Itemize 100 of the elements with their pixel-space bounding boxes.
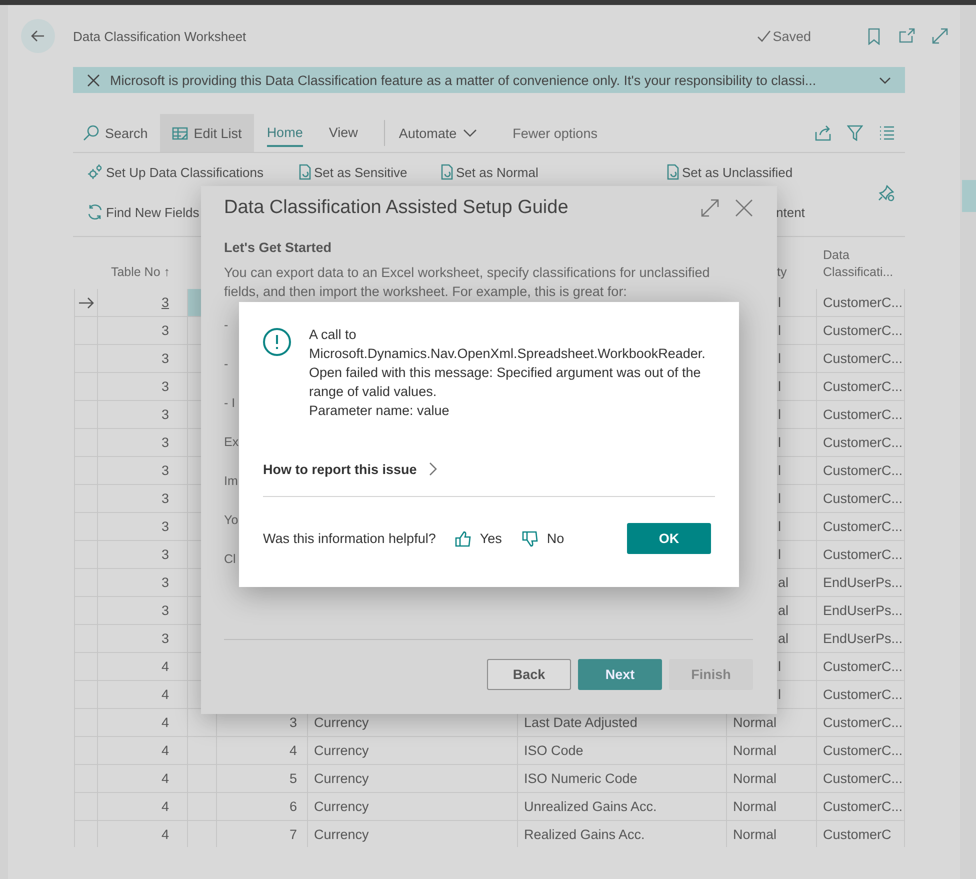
table-cell: ISO Code [518, 737, 727, 765]
column-header[interactable]: ty [777, 264, 787, 281]
table-cell: CustomerC... [817, 765, 905, 793]
column-header[interactable]: Data Classificati... [823, 247, 895, 281]
table-cell: 4 [98, 737, 188, 765]
table-cell: CustomerC [817, 821, 905, 847]
intro-paragraph: You can export data to an Excel worksheet, specify classifications for unclassified fields, and then import the worksheet. For example, this is great for: [224, 264, 711, 301]
table-cell: 3 [98, 485, 188, 513]
table-cell: Normal [727, 793, 817, 821]
document-refresh-icon [441, 164, 453, 180]
table-cell: 3 [98, 345, 188, 373]
table-cell: 3 [98, 513, 188, 541]
list-icon[interactable] [879, 125, 895, 141]
table-cell: CustomerC... [817, 709, 905, 737]
table-cell: CustomerC... [817, 317, 905, 345]
table-cell: Normal [727, 821, 817, 847]
wizard-button[interactable]: Next [578, 659, 662, 690]
edit-list-button[interactable]: Edit List [160, 114, 254, 152]
table-cell: Normal [727, 737, 817, 765]
feedback-question: Was this information helpful? [263, 531, 436, 546]
yes-button[interactable]: Yes [454, 530, 502, 546]
back-button[interactable] [21, 19, 55, 53]
table-cell: CustomerC... [817, 457, 905, 485]
background-panel-edge [962, 180, 976, 212]
thumbs-up-icon [454, 530, 472, 546]
share-icon[interactable] [815, 125, 831, 141]
table-cell: CustomerC... [817, 513, 905, 541]
text-fragment: - I [224, 395, 236, 412]
table-cell: Currency [308, 737, 518, 765]
chevron-right-icon [428, 462, 437, 476]
report-issue-link[interactable]: How to report this issue [263, 452, 437, 486]
tab[interactable]: View [328, 119, 358, 147]
action-button[interactable]: Set as Unclassified [667, 164, 793, 180]
close-icon[interactable] [87, 74, 100, 86]
pin-icon[interactable] [878, 185, 895, 202]
table-cell: 4 [98, 793, 188, 821]
table-cell: 4 [217, 737, 308, 765]
text-fragment: Im [224, 473, 238, 490]
table-cell: 4 [98, 653, 188, 681]
table-cell: CustomerC... [817, 653, 905, 681]
section-heading: Let's Get Started [224, 240, 332, 256]
dialog-title: Data Classification Assisted Setup Guide [224, 197, 570, 219]
text-fragment: - [224, 356, 228, 373]
no-button[interactable]: No [522, 530, 564, 546]
text-fragment: - [224, 317, 228, 334]
saved-status: Saved [772, 28, 811, 44]
table-cell: Unrealized Gains Acc. [518, 793, 727, 821]
table-cell: EndUserPs... [817, 597, 905, 625]
expand-icon[interactable] [932, 28, 948, 44]
action-button[interactable]: Set as Normal [441, 164, 538, 180]
error-message: A call to Microsoft.Dynamics.Nav.OpenXml.Spreadsheet.WorkbookReader. Open failed with this message: Specified argument was out of the range of valid values. [309, 326, 706, 401]
open-in-new-window-icon[interactable] [899, 28, 915, 44]
table-cell: 4 [98, 681, 188, 709]
document-refresh-icon [667, 164, 679, 180]
row-selector-cell[interactable] [74, 289, 98, 317]
checkmark-icon [756, 29, 771, 43]
document-refresh-icon [299, 164, 311, 180]
column-header[interactable]: Table No ↑ [110, 264, 170, 281]
table-cell: CustomerC... [817, 541, 905, 569]
table-cell: 3 [98, 541, 188, 569]
expand-icon[interactable] [701, 199, 719, 217]
table-cell: EndUserPs... [817, 569, 905, 597]
table-cell: 3 [98, 373, 188, 401]
filter-icon[interactable] [847, 125, 863, 141]
tab[interactable]: Home [266, 119, 303, 147]
chevron-down-icon[interactable] [879, 76, 891, 84]
action-button[interactable]: Set Up Data Classifications [87, 164, 264, 180]
table-cell: CustomerC... [817, 793, 905, 821]
table-edit-icon [172, 126, 188, 140]
table-cell: 3 [98, 597, 188, 625]
search-button[interactable]: Search [73, 114, 154, 152]
table-cell: CustomerC... [817, 401, 905, 429]
text-fragment: Ex [224, 434, 239, 451]
automate-menu[interactable]: Automate [398, 114, 485, 152]
bookmark-icon[interactable] [866, 28, 882, 44]
table-cell: 3 [98, 401, 188, 429]
gears-icon [87, 164, 103, 180]
ok-button[interactable]: OK [627, 523, 711, 554]
table-cell: Currency [308, 793, 518, 821]
wizard-button[interactable]: Back [487, 659, 571, 690]
table-cell: 3 [98, 457, 188, 485]
search-icon [83, 125, 99, 141]
table-cell: ISO Numeric Code [518, 765, 727, 793]
notification-text: Microsoft is providing this Data Classification feature as a matter of convenience only. It's your responsibility to classi... [110, 72, 818, 88]
table-cell: 3 [98, 317, 188, 345]
close-icon[interactable] [735, 199, 753, 217]
action-button[interactable]: Set as Sensitive [299, 164, 408, 180]
table-cell: CustomerC... [817, 485, 905, 513]
table-cell: Currency [308, 765, 518, 793]
table-cell: CustomerC... [817, 373, 905, 401]
table-cell: 3 [98, 625, 188, 653]
table-cell: 3 [98, 569, 188, 597]
page-title: Data Classification Worksheet [73, 28, 248, 44]
chevron-down-icon [462, 129, 477, 137]
table-cell: 3 [98, 429, 188, 457]
action-button[interactable]: ntent [776, 204, 805, 220]
table-cell: 4 [98, 821, 188, 847]
text-fragment: Yo [224, 512, 238, 529]
fewer-options-button[interactable]: Fewer options [506, 114, 604, 152]
action-button[interactable]: Find New Fields [87, 204, 200, 220]
